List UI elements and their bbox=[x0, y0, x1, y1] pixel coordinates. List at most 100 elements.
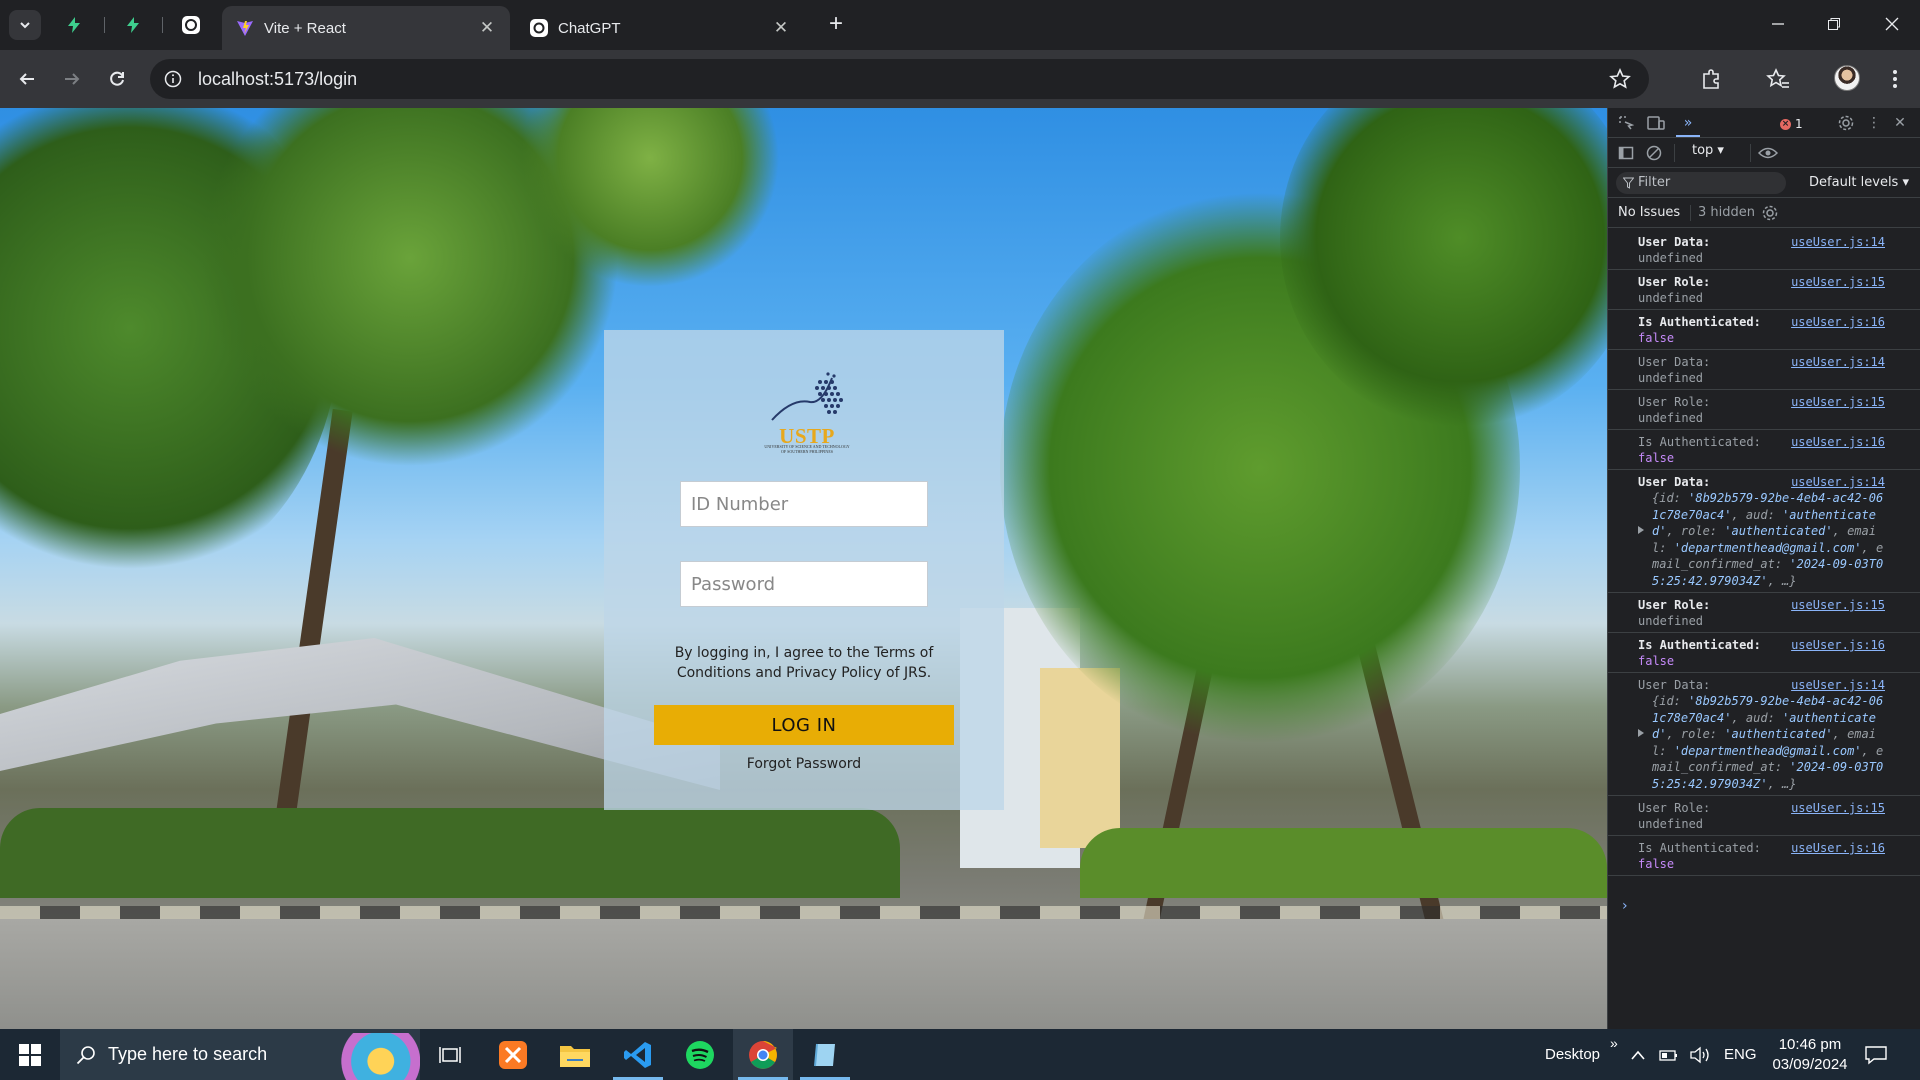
extensions-button[interactable] bbox=[1696, 64, 1726, 94]
forward-button[interactable] bbox=[57, 64, 87, 94]
star-icon[interactable] bbox=[1609, 68, 1631, 90]
taskbar-app-notes[interactable] bbox=[795, 1029, 855, 1080]
issues-count[interactable]: No Issues bbox=[1618, 205, 1680, 220]
taskbar-app-chrome[interactable] bbox=[733, 1029, 793, 1080]
taskbar-app-spotify[interactable] bbox=[670, 1029, 730, 1080]
battery-icon[interactable] bbox=[1659, 1029, 1679, 1080]
language-indicator[interactable]: ENG bbox=[1724, 1029, 1757, 1080]
restore-button[interactable] bbox=[1806, 0, 1862, 48]
log-levels-dropdown[interactable]: Default levels ▾ bbox=[1809, 175, 1909, 190]
expand-caret-icon[interactable] bbox=[1638, 526, 1644, 534]
tab-search-button[interactable] bbox=[9, 10, 41, 40]
page-viewport: USTP UNIVERSITY OF SCIENCE AND TECHNOLOG… bbox=[0, 108, 1607, 1029]
taskbar-app-vscode[interactable] bbox=[608, 1029, 668, 1080]
forgot-password-link[interactable]: Forgot Password bbox=[604, 756, 1004, 772]
pinned-tab-2[interactable] bbox=[120, 12, 146, 38]
log-source-link[interactable]: useUser.js:15 bbox=[1791, 800, 1885, 816]
chevron-up-icon bbox=[1631, 1050, 1645, 1060]
ustp-logo-mark bbox=[771, 372, 843, 421]
bookmarks-button[interactable] bbox=[1763, 64, 1793, 94]
taskbar-search-box[interactable]: Type here to search bbox=[60, 1029, 420, 1080]
kebab-menu-icon[interactable]: ⋮ bbox=[1864, 113, 1884, 133]
tab-chatgpt[interactable]: ChatGPT ✕ bbox=[516, 6, 804, 50]
minimize-button[interactable] bbox=[1750, 0, 1806, 48]
tray-overflow-button[interactable] bbox=[1630, 1029, 1646, 1080]
puzzle-icon bbox=[1703, 69, 1719, 89]
issues-bar: No Issues 3 hidden bbox=[1608, 198, 1920, 228]
device-toolbar-icon[interactable] bbox=[1646, 113, 1666, 133]
console-log-entry: User Data: useUser.js:14 undefined bbox=[1608, 230, 1920, 270]
log-source-link[interactable]: useUser.js:16 bbox=[1791, 434, 1885, 450]
error-count: 1 bbox=[1795, 117, 1803, 131]
reload-button[interactable] bbox=[102, 64, 132, 94]
more-tabs-icon[interactable]: » bbox=[1678, 113, 1698, 133]
context-selector[interactable]: top ▾ bbox=[1692, 143, 1724, 158]
bolt-icon bbox=[68, 17, 80, 33]
ustp-logo: USTP UNIVERSITY OF SCIENCE AND TECHNOLOG… bbox=[762, 368, 852, 454]
id-number-input[interactable] bbox=[680, 481, 928, 527]
gear-icon[interactable] bbox=[1836, 113, 1856, 133]
pinned-tab-1[interactable] bbox=[61, 12, 87, 38]
logo-subtitle: UNIVERSITY OF SCIENCE AND TECHNOLOGY OF … bbox=[764, 444, 850, 454]
tab-title: Vite + React bbox=[264, 19, 346, 37]
new-tab-button[interactable]: + bbox=[823, 12, 849, 38]
taskbar-clock[interactable]: 10:46 pm 03/09/2024 bbox=[1760, 1035, 1860, 1075]
error-counter[interactable]: × 1 bbox=[1780, 117, 1803, 131]
log-object-preview[interactable]: {id: '8b92b579-92be-4eb4-ac42-061c78e70a… bbox=[1638, 490, 1887, 589]
chevron-right-icon[interactable]: » bbox=[1610, 1017, 1618, 1068]
log-value: undefined bbox=[1638, 291, 1704, 305]
filter-input[interactable]: Filter bbox=[1616, 172, 1786, 194]
restore-icon bbox=[1828, 18, 1840, 30]
reload-icon bbox=[110, 71, 124, 86]
back-button[interactable] bbox=[12, 64, 42, 94]
windows-icon bbox=[19, 1043, 41, 1066]
sidebar-toggle-icon[interactable] bbox=[1616, 143, 1636, 163]
address-bar[interactable]: localhost:5173/login bbox=[150, 59, 1649, 99]
tab-vite-react[interactable]: Vite + React ✕ bbox=[222, 6, 510, 50]
tab-title: ChatGPT bbox=[558, 19, 621, 37]
password-input[interactable] bbox=[680, 561, 928, 607]
console-log-entry: User Data: useUser.js:14 {id: '8b92b579-92… bbox=[1608, 673, 1920, 796]
expand-caret-icon[interactable] bbox=[1638, 729, 1644, 737]
log-source-link[interactable]: useUser.js:14 bbox=[1791, 234, 1885, 250]
pinned-tab-3[interactable] bbox=[178, 12, 204, 38]
start-button[interactable] bbox=[0, 1029, 60, 1080]
clear-console-icon[interactable] bbox=[1644, 143, 1664, 163]
gear-icon[interactable] bbox=[1760, 203, 1780, 223]
vite-icon bbox=[236, 19, 254, 37]
log-source-link[interactable]: useUser.js:15 bbox=[1791, 274, 1885, 290]
chrome-menu-button[interactable] bbox=[1880, 64, 1910, 94]
log-source-link[interactable]: useUser.js:14 bbox=[1791, 354, 1885, 370]
taskbar-app-file-explorer[interactable] bbox=[545, 1029, 605, 1080]
log-object-preview[interactable]: {id: '8b92b579-92be-4eb4-ac42-061c78e70a… bbox=[1638, 693, 1887, 792]
close-window-button[interactable] bbox=[1864, 0, 1920, 48]
login-button[interactable]: LOG IN bbox=[654, 705, 954, 745]
console-log-entry: User Role: useUser.js:15 undefined bbox=[1608, 390, 1920, 430]
log-source-link[interactable]: useUser.js:15 bbox=[1791, 394, 1885, 410]
log-source-link[interactable]: useUser.js:16 bbox=[1791, 314, 1885, 330]
log-source-link[interactable]: useUser.js:14 bbox=[1791, 677, 1885, 693]
url-text: localhost:5173/login bbox=[198, 68, 358, 89]
close-icon[interactable]: ✕ bbox=[478, 19, 496, 37]
log-source-link[interactable]: useUser.js:14 bbox=[1791, 474, 1885, 490]
minimize-icon bbox=[1772, 23, 1784, 25]
desktop-toolbar-label[interactable]: Desktop bbox=[1545, 1029, 1600, 1080]
profile-avatar[interactable] bbox=[1834, 65, 1860, 91]
info-icon[interactable] bbox=[162, 68, 184, 90]
log-value: undefined bbox=[1638, 411, 1704, 425]
notifications-button[interactable] bbox=[1865, 1029, 1887, 1080]
log-source-link[interactable]: useUser.js:15 bbox=[1791, 597, 1885, 613]
log-source-link[interactable]: useUser.js:16 bbox=[1791, 637, 1885, 653]
toolbar-divider bbox=[1750, 144, 1751, 162]
volume-icon[interactable] bbox=[1689, 1029, 1711, 1080]
inspect-element-icon[interactable] bbox=[1616, 113, 1636, 133]
browser-tab-strip: Vite + React ✕ ChatGPT ✕ + bbox=[0, 0, 1920, 50]
taskbar-app-xampp[interactable] bbox=[483, 1029, 543, 1080]
console-prompt-icon[interactable]: › bbox=[1622, 898, 1628, 914]
log-source-link[interactable]: useUser.js:16 bbox=[1791, 840, 1885, 856]
log-string-value: 'authenticated' bbox=[1724, 524, 1833, 538]
task-view-button[interactable] bbox=[420, 1029, 480, 1080]
eye-icon[interactable] bbox=[1758, 143, 1778, 163]
close-icon[interactable]: ✕ bbox=[1890, 113, 1910, 133]
close-icon[interactable]: ✕ bbox=[772, 19, 790, 37]
